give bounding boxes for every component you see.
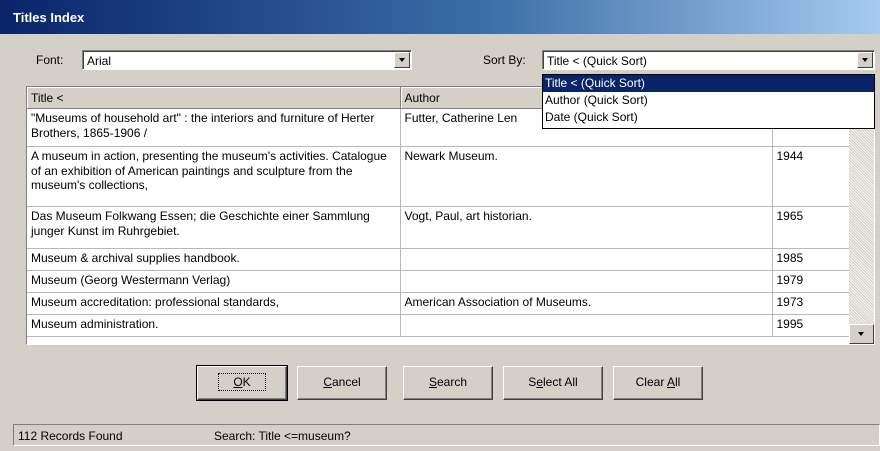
sort-by-dropdown-button[interactable] (857, 52, 873, 68)
title-bar: Titles Index (0, 0, 880, 34)
title-cell[interactable]: A museum in action, presenting the museu… (27, 146, 401, 207)
title-cell[interactable]: Museum & archival supplies handbook. (27, 248, 401, 271)
date-cell[interactable]: 1995 (772, 314, 850, 337)
author-cell[interactable] (400, 270, 773, 293)
font-dropdown-button[interactable] (394, 52, 410, 68)
title-cell[interactable]: Das Museum Folkwang Essen; die Geschicht… (27, 206, 401, 249)
font-combobox[interactable]: Arial (82, 50, 412, 70)
sort-option-title[interactable]: Title < (Quick Sort) (543, 75, 874, 92)
title-cell[interactable]: Museum (Georg Westermann Verlag) (27, 270, 401, 293)
sort-option-date[interactable]: Date (Quick Sort) (543, 109, 874, 126)
column-header-title[interactable]: Title < (27, 87, 401, 109)
table-row[interactable]: Das Museum Folkwang Essen; die Geschicht… (27, 206, 850, 249)
sort-by-label: Sort By: (483, 53, 526, 67)
sort-by-options-list: Title < (Quick Sort) Author (Quick Sort)… (542, 74, 875, 129)
search-mnemonic: S (428, 375, 437, 389)
date-cell[interactable]: 1944 (772, 146, 850, 207)
title-cell[interactable]: Museum administration. (27, 314, 401, 337)
window-title: Titles Index (13, 10, 85, 25)
cancel-mnemonic: C (323, 375, 332, 389)
author-cell[interactable] (400, 314, 773, 337)
search-status: Search: Title <=museum? (214, 429, 351, 443)
select-all-button[interactable]: Select All (503, 366, 603, 400)
cancel-button[interactable]: Cancel (297, 366, 387, 400)
select-all-label: lect All (543, 375, 578, 389)
cancel-label: ancel (331, 375, 361, 389)
chevron-down-icon (858, 332, 864, 336)
chevron-down-icon (399, 58, 405, 62)
sort-option-author[interactable]: Author (Quick Sort) (543, 92, 874, 109)
title-cell[interactable]: "Museums of household art" : the interio… (27, 108, 401, 147)
date-cell[interactable]: 1965 (772, 206, 850, 249)
title-cell[interactable]: Museum accreditation: professional stand… (27, 292, 401, 315)
font-label: Font: (36, 53, 64, 67)
records-found-status: 112 Records Found (18, 429, 123, 443)
author-cell[interactable]: Vogt, Paul, art historian. (400, 206, 773, 249)
ok-button-label: OK (218, 373, 266, 391)
select-all-mnemonic: e (536, 375, 543, 389)
table-row[interactable]: Museum (Georg Westermann Verlag) 1979 (27, 270, 850, 293)
clear-all-label: ll (675, 375, 681, 389)
date-cell[interactable]: 1979 (772, 270, 850, 293)
table-row[interactable]: A museum in action, presenting the museu… (27, 146, 850, 207)
date-cell[interactable]: 1985 (772, 248, 850, 271)
sort-by-combobox-value: Title < (Quick Sort) (547, 54, 647, 68)
clear-all-pre: Clear (635, 375, 667, 389)
clear-all-mnemonic: A (667, 375, 676, 389)
table-row[interactable]: Museum & archival supplies handbook. 198… (27, 248, 850, 271)
table-row[interactable]: Museum accreditation: professional stand… (27, 292, 850, 315)
table-row[interactable]: Museum administration. 1995 (27, 314, 850, 337)
clear-all-button[interactable]: Clear All (613, 366, 703, 400)
author-cell[interactable]: Newark Museum. (400, 146, 773, 207)
font-combobox-value: Arial (87, 54, 112, 68)
chevron-down-icon (862, 58, 868, 62)
scroll-down-button[interactable] (849, 324, 874, 344)
date-cell[interactable]: 1973 (772, 292, 850, 315)
author-cell[interactable]: American Association of Museums. (400, 292, 773, 315)
sort-by-combobox[interactable]: Title < (Quick Sort) (542, 50, 875, 70)
search-button[interactable]: Search (403, 366, 493, 400)
search-label: earch (436, 375, 468, 389)
ok-button[interactable]: OK (196, 365, 288, 401)
author-cell[interactable] (400, 248, 773, 271)
status-bar: 112 Records Found Search: Title <=museum… (13, 424, 880, 446)
